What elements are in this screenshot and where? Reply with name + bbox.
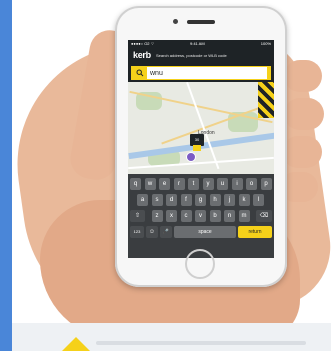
key-v[interactable]: v bbox=[195, 210, 206, 222]
carrier-label: ●●●●○ O2 ⌔ bbox=[131, 41, 155, 46]
numbers-key[interactable]: 123 bbox=[130, 226, 144, 238]
camera-icon bbox=[173, 19, 178, 24]
location-marker[interactable] bbox=[186, 152, 196, 162]
finger bbox=[284, 98, 324, 130]
return-key[interactable]: return bbox=[238, 226, 272, 238]
key-r[interactable]: r bbox=[173, 178, 185, 190]
key-c[interactable]: c bbox=[180, 210, 192, 222]
keyboard-row: 123 ☺ 🎤 space return bbox=[128, 226, 274, 240]
search-bar bbox=[131, 66, 271, 80]
emoji-key[interactable]: ☺ bbox=[146, 226, 158, 238]
bottom-band bbox=[12, 323, 331, 351]
key-x[interactable]: x bbox=[166, 210, 177, 222]
earpiece bbox=[187, 20, 215, 24]
pin-flag bbox=[193, 145, 201, 151]
phone: ●●●●○ O2 ⌔ 9:41 AM 100% kerb Search addr… bbox=[115, 6, 287, 287]
key-j[interactable]: j bbox=[224, 194, 235, 206]
search-input[interactable] bbox=[147, 67, 267, 79]
bottom-text-placeholder bbox=[96, 341, 306, 345]
key-f[interactable]: f bbox=[180, 194, 192, 206]
keyboard-row: a s d f g h j k l bbox=[128, 194, 274, 208]
key-b[interactable]: b bbox=[209, 210, 221, 222]
app-logo: kerb bbox=[133, 50, 151, 60]
key-z[interactable]: z bbox=[151, 210, 163, 222]
key-n[interactable]: n bbox=[224, 210, 235, 222]
key-i[interactable]: i bbox=[231, 178, 243, 190]
map-stripe bbox=[258, 82, 274, 118]
side-strip bbox=[0, 0, 12, 351]
key-p[interactable]: p bbox=[260, 178, 272, 190]
app-header: kerb Search address, postcode or WLB cod… bbox=[128, 48, 274, 64]
key-y[interactable]: y bbox=[202, 178, 214, 190]
keyboard-row: q w e r t y u i o p bbox=[128, 178, 274, 192]
search-hint: Search address, postcode or WLB code bbox=[156, 53, 227, 58]
key-t[interactable]: t bbox=[188, 178, 199, 190]
key-q[interactable]: q bbox=[130, 178, 141, 190]
phone-screen: ●●●●○ O2 ⌔ 9:41 AM 100% kerb Search addr… bbox=[128, 40, 274, 258]
shift-key[interactable]: ⇧ bbox=[130, 210, 145, 222]
key-d[interactable]: d bbox=[166, 194, 177, 206]
key-h[interactable]: h bbox=[209, 194, 221, 206]
keyboard: q w e r t y u i o p a s d f g h j k l ⇧ … bbox=[128, 174, 274, 258]
key-u[interactable]: u bbox=[217, 178, 228, 190]
key-o[interactable]: o bbox=[246, 178, 257, 190]
search-icon[interactable] bbox=[136, 69, 144, 77]
key-l[interactable]: l bbox=[253, 194, 264, 206]
map-view[interactable]: London 30 bbox=[128, 82, 274, 174]
key-e[interactable]: e bbox=[159, 178, 170, 190]
arrow-icon bbox=[62, 337, 90, 351]
delete-key[interactable]: ⌫ bbox=[256, 210, 272, 222]
finger bbox=[284, 60, 322, 92]
key-a[interactable]: a bbox=[137, 194, 148, 206]
key-g[interactable]: g bbox=[195, 194, 206, 206]
battery-level: 100% bbox=[260, 41, 271, 46]
status-bar: ●●●●○ O2 ⌔ 9:41 AM 100% bbox=[128, 40, 274, 48]
key-s[interactable]: s bbox=[151, 194, 163, 206]
clock: 9:41 AM bbox=[190, 41, 205, 46]
key-k[interactable]: k bbox=[238, 194, 250, 206]
keyboard-row: ⇧ z x c v b n m ⌫ bbox=[128, 210, 274, 224]
key-m[interactable]: m bbox=[238, 210, 250, 222]
finger bbox=[282, 136, 322, 168]
key-w[interactable]: w bbox=[144, 178, 156, 190]
space-key[interactable]: space bbox=[174, 226, 236, 238]
mic-key[interactable]: 🎤 bbox=[160, 226, 172, 238]
home-button[interactable] bbox=[185, 249, 215, 279]
